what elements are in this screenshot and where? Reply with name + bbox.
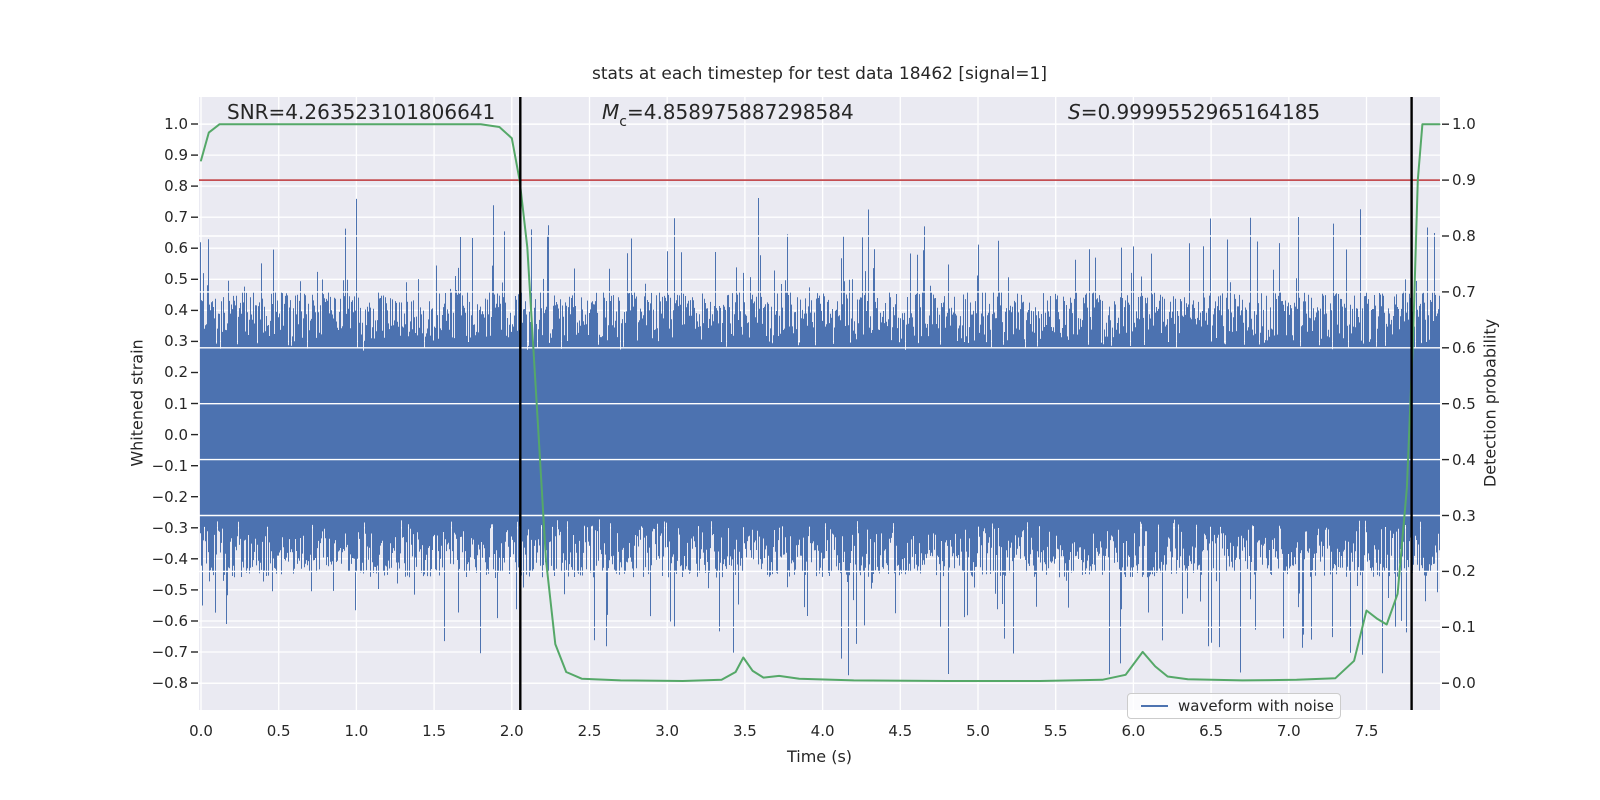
x-tick-label: 3.5: [732, 722, 757, 740]
snr-text: SNR=4.263523101806641: [227, 100, 496, 124]
y-left-tick-label: −0.4: [151, 549, 188, 568]
s-symbol: S: [1068, 100, 1081, 124]
y-left-tick-label: −0.8: [151, 674, 188, 693]
x-tick-label: 6.0: [1121, 722, 1146, 740]
x-axis-label: Time (s): [786, 747, 853, 766]
chart-title: stats at each timestep for test data 184…: [592, 64, 1047, 84]
y-left-tick-label: −0.1: [151, 456, 188, 475]
x-tick-label: 5.0: [966, 722, 990, 740]
chirp-mass-annotation: Mc=4.858975887298584: [602, 100, 854, 130]
y-left-tick-label: −0.6: [151, 611, 188, 630]
legend-label: waveform with noise: [1178, 697, 1334, 715]
y-left-tick-label: −0.7: [151, 643, 188, 662]
y-axis-right-label: Detection probability: [1480, 318, 1500, 488]
y-left-tick-label: 0.6: [164, 239, 188, 258]
legend: waveform with noise: [1127, 693, 1341, 719]
s-score-annotation: S=0.9999552965164185: [1068, 100, 1320, 124]
mc-symbol: M: [602, 100, 620, 124]
y-right-tick-label: 0.5: [1452, 394, 1476, 413]
y-right-tick-label: 0.2: [1452, 562, 1476, 581]
y-left-tick-label: −0.2: [151, 487, 188, 506]
mc-subscript: c: [619, 114, 627, 130]
x-tick-label: 2.0: [499, 722, 524, 740]
y-right-tick-label: 0.0: [1452, 674, 1476, 693]
y-left-tick-label: 0.7: [164, 208, 188, 227]
y-left-tick-label: 1.0: [164, 115, 188, 133]
y-left-tick-label: 0.5: [164, 270, 188, 289]
y-right-tick-label: 0.6: [1452, 338, 1476, 357]
legend-line-sample: [1141, 705, 1168, 707]
y-right-tick-label: 1.0: [1452, 115, 1476, 134]
figure: stats at each timestep for test data 184…: [0, 0, 1600, 800]
y-left-tick-label: −0.3: [151, 518, 188, 537]
y-axis-left-label: Whitened strain: [127, 339, 147, 467]
y-right-tick-label: 0.8: [1452, 227, 1476, 245]
y-left-tick-label: 0.0: [164, 425, 188, 444]
x-tick-label: 0.5: [266, 722, 291, 740]
x-tick-label: 1.0: [344, 722, 369, 740]
y-right-tick-label: 0.9: [1452, 171, 1476, 190]
y-right-tick-label: 0.3: [1452, 506, 1476, 525]
x-tick-label: 2.5: [577, 722, 602, 740]
y-left-tick-label: 0.1: [164, 394, 188, 413]
x-tick-label: 6.5: [1199, 722, 1224, 740]
mc-value: =4.858975887298584: [626, 100, 854, 124]
x-tick-label: 0.0: [189, 722, 213, 740]
x-tick-label: 3.0: [655, 722, 680, 740]
y-left-tick-label: 0.3: [164, 332, 188, 351]
x-tick-label: 4.0: [810, 722, 835, 740]
x-tick-label: 5.5: [1043, 722, 1068, 740]
x-tick-label: 7.5: [1354, 722, 1379, 740]
y-right-tick-label: 0.4: [1452, 450, 1476, 469]
x-tick-label: 4.5: [888, 722, 913, 740]
y-left-tick-label: 0.9: [164, 146, 188, 165]
y-left-tick-label: 0.2: [164, 363, 188, 382]
y-right-tick-label: 0.1: [1452, 618, 1476, 637]
y-left-tick-label: 0.4: [164, 301, 188, 320]
y-left-tick-label: 0.8: [164, 177, 188, 196]
x-tick-label: 7.0: [1276, 722, 1301, 740]
x-tick-label: 1.5: [422, 722, 447, 740]
snr-annotation: SNR=4.263523101806641: [227, 100, 495, 124]
y-left-tick-label: −0.5: [151, 580, 188, 599]
y-right-tick-label: 0.7: [1452, 282, 1476, 301]
s-value: =0.9999552965164185: [1080, 100, 1321, 124]
